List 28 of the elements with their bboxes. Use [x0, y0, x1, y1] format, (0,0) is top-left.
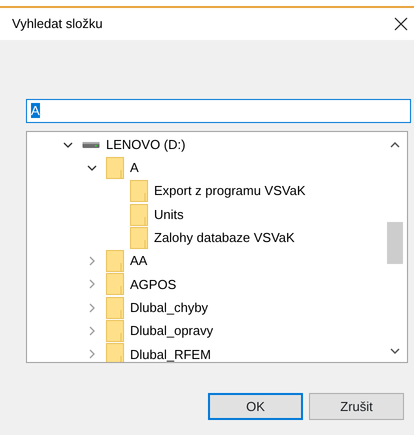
close-icon[interactable] [394, 17, 408, 31]
tree-item[interactable]: Dlubal_RFEM [130, 344, 211, 362]
scrollbar-thumb[interactable] [387, 222, 403, 264]
input-field[interactable]: A [26, 99, 411, 123]
folder-icon [130, 180, 148, 202]
drive-icon [82, 142, 100, 148]
scroll-up-icon[interactable] [389, 140, 401, 150]
folder-icon [130, 204, 148, 226]
tree-item[interactable]: Export z programu VSVaK [154, 181, 306, 201]
folder-icon [106, 320, 124, 342]
folder-icon [106, 250, 124, 272]
folder-icon [106, 273, 124, 296]
tree-item[interactable]: Dlubal_chyby [130, 298, 208, 318]
tree-item[interactable]: AA [130, 251, 148, 271]
folder-icon [106, 343, 124, 362]
cancel-button[interactable]: Zrušit [309, 393, 404, 420]
ok-button[interactable]: OK [208, 393, 303, 420]
folder-icon [106, 156, 124, 179]
folder-icon [106, 296, 124, 319]
tree-item[interactable]: Dlubal_opravy [130, 321, 214, 341]
scroll-down-icon[interactable] [389, 346, 401, 356]
tree-item[interactable]: AGPOS [130, 274, 176, 294]
folder-icon [130, 226, 148, 249]
window-title: Vyhledat složku [12, 15, 103, 34]
tree-item[interactable]: LENOVO (D:) [106, 134, 186, 154]
tree-item[interactable]: Zalohy databaze VSVaK [154, 228, 295, 248]
tree-item[interactable]: A [130, 158, 139, 178]
tree-item[interactable]: Units [154, 204, 184, 224]
